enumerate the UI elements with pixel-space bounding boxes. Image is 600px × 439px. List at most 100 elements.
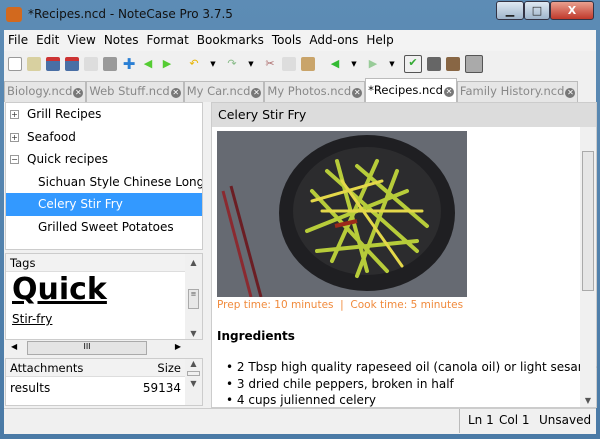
tree-item-grill-recipes[interactable]: + Grill Recipes — [6, 103, 202, 126]
tree-item-celery-stir-fry[interactable]: Celery Stir Fry — [6, 193, 202, 216]
tag-quick[interactable]: Quick — [6, 272, 202, 308]
attachments-panel: Attachments Size results 59134 ▲ ▼ — [5, 358, 203, 406]
editor-scrollbar[interactable]: ▼ — [580, 127, 596, 407]
close-tab-icon[interactable]: ✕ — [565, 88, 576, 98]
attachment-icon[interactable] — [465, 55, 483, 73]
client-area: File Edit View Notes Format Bookmarks To… — [4, 30, 600, 434]
ingredient-item: • 3 dried chile peppers, broken in half — [226, 376, 454, 391]
status-save-state: Unsaved — [539, 413, 592, 427]
wrap-icon[interactable] — [427, 57, 441, 71]
tab-label: Biology.ncd — [7, 84, 73, 98]
left-arrow-icon[interactable]: ◀ — [141, 57, 155, 71]
note-title: Celery Stir Fry — [212, 103, 596, 127]
ingredient-item: • 2 Tbsp high quality rapeseed oil (cano… — [226, 360, 600, 374]
menu-edit[interactable]: Edit — [32, 30, 63, 51]
undo-dropdown-icon[interactable]: ▼ — [206, 57, 220, 71]
ingredient-item: • 4 cups julienned celery — [226, 393, 376, 407]
save-icon[interactable] — [46, 57, 60, 71]
ingredients-list: • 2 Tbsp high quality rapeseed oil (cano… — [226, 359, 600, 409]
tree-item-sichuan-long-beans[interactable]: Sichuan Style Chinese Long Beans — [6, 171, 202, 194]
close-tab-icon[interactable]: ✕ — [170, 88, 181, 98]
close-tab-icon[interactable]: ✕ — [73, 88, 84, 98]
menu-format[interactable]: Format — [143, 30, 193, 51]
tab-label: Web Stuff.ncd — [89, 84, 170, 98]
app-window: *Recipes.ncd - NoteCase Pro 3.7.5 ▁ □ X … — [0, 0, 600, 439]
close-tab-icon[interactable]: ✕ — [443, 87, 454, 97]
menu-bookmarks[interactable]: Bookmarks — [193, 30, 268, 51]
menu-file[interactable]: File — [4, 30, 32, 51]
menu-tools[interactable]: Tools — [268, 30, 306, 51]
window-title: *Recipes.ncd - NoteCase Pro 3.7.5 — [28, 7, 233, 21]
copy-icon[interactable] — [282, 57, 296, 71]
status-column: Col 1 — [499, 413, 530, 427]
tab-web-stuff[interactable]: Web Stuff.ncd ✕ — [86, 81, 184, 102]
menu-notes[interactable]: Notes — [100, 30, 143, 51]
attachments-header: Attachments Size — [6, 359, 185, 377]
tab-label: *Recipes.ncd — [368, 83, 443, 97]
title-bar: *Recipes.ncd - NoteCase Pro 3.7.5 ▁ □ X — [0, 0, 600, 30]
recipe-times-caption: Prep time: 10 minutes | Cook time: 5 min… — [217, 299, 464, 311]
save-as-icon[interactable] — [65, 57, 79, 71]
tree-label: Grilled Sweet Potatoes — [38, 219, 174, 234]
tree-item-quick-recipes[interactable]: − Quick recipes — [6, 148, 202, 171]
tab-my-photos[interactable]: My Photos.ncd ✕ — [264, 81, 366, 102]
tab-my-car[interactable]: My Car.ncd ✕ — [183, 81, 265, 102]
paste-icon[interactable] — [301, 57, 315, 71]
right-arrow-icon[interactable]: ▶ — [160, 57, 174, 71]
menu-bar: File Edit View Notes Format Bookmarks To… — [4, 30, 596, 51]
app-icon — [6, 7, 22, 22]
tree-item-grilled-sweet-potatoes[interactable]: Grilled Sweet Potatoes — [6, 216, 202, 239]
close-tab-icon[interactable]: ✕ — [352, 88, 363, 98]
tree-label: Seafood — [27, 129, 76, 144]
menu-addons[interactable]: Add-ons — [305, 30, 362, 51]
tab-recipes[interactable]: *Recipes.ncd ✕ — [365, 78, 457, 102]
export-icon[interactable] — [84, 57, 98, 71]
menu-view[interactable]: View — [63, 30, 99, 51]
print-icon[interactable] — [103, 57, 117, 71]
tag-stir-fry[interactable]: Stir-fry — [6, 308, 202, 330]
attachment-row[interactable]: results 59134 — [6, 377, 185, 399]
tags-scrollbar[interactable]: ▲ ≡ ▼ — [185, 254, 202, 339]
close-tab-icon[interactable]: ✕ — [251, 88, 262, 98]
attachments-column-name[interactable]: Attachments — [10, 361, 83, 375]
tree-item-seafood[interactable]: + Seafood — [6, 126, 202, 149]
attachments-scrollbar[interactable]: ▲ ▼ — [185, 359, 202, 405]
open-icon[interactable] — [27, 57, 41, 71]
recipe-photo — [217, 131, 467, 297]
tree-label: Grill Recipes — [27, 107, 102, 121]
back-icon[interactable]: ◀ — [328, 57, 342, 71]
tab-label: My Photos.ncd — [267, 84, 352, 98]
image-icon[interactable] — [446, 57, 460, 71]
forward-dropdown-icon[interactable]: ▼ — [385, 57, 399, 71]
horizontal-scrollbar[interactable]: ◀ III ▶ — [5, 340, 185, 356]
minimize-button[interactable]: ▁ — [496, 1, 524, 20]
cut-icon[interactable]: ✂ — [263, 57, 277, 71]
menu-help[interactable]: Help — [362, 30, 397, 51]
status-bar: Ln 1 Col 1 Unsaved — [4, 408, 596, 433]
status-line: Ln 1 — [468, 413, 494, 427]
attachment-name: results — [10, 381, 51, 395]
toolbar: ✚ ◀ ▶ ↶ ▼ ↷ ▼ ✂ ◀ ▼ ▶ ▼ ✔ — [4, 52, 596, 76]
back-dropdown-icon[interactable]: ▼ — [347, 57, 361, 71]
ingredients-heading: Ingredients — [217, 329, 295, 343]
expand-icon[interactable]: + — [10, 110, 19, 119]
collapse-icon[interactable]: − — [10, 155, 19, 164]
tree-label: Celery Stir Fry — [38, 197, 123, 211]
undo-icon[interactable]: ↶ — [187, 57, 201, 71]
tab-label: My Car.ncd — [186, 84, 251, 98]
close-button[interactable]: X — [550, 1, 594, 20]
forward-icon[interactable]: ▶ — [366, 57, 380, 71]
attachments-column-size[interactable]: Size — [157, 361, 181, 375]
add-node-icon[interactable]: ✚ — [122, 57, 136, 72]
maximize-button[interactable]: □ — [524, 1, 550, 20]
tab-biology[interactable]: Biology.ncd ✕ — [4, 81, 87, 102]
redo-dropdown-icon[interactable]: ▼ — [244, 57, 258, 71]
attachment-size: 59134 — [142, 381, 181, 395]
note-editor[interactable]: Celery Stir Fry Prep time: 10 minutes | … — [211, 102, 600, 409]
spellcheck-icon[interactable]: ✔ — [404, 55, 422, 73]
new-icon[interactable] — [8, 57, 22, 71]
redo-icon[interactable]: ↷ — [225, 57, 239, 71]
tab-family-history[interactable]: Family History.ncd ✕ — [456, 81, 579, 102]
expand-icon[interactable]: + — [10, 132, 19, 142]
tags-panel: Tags Quick Stir-fry ▲ ≡ ▼ — [5, 253, 203, 340]
